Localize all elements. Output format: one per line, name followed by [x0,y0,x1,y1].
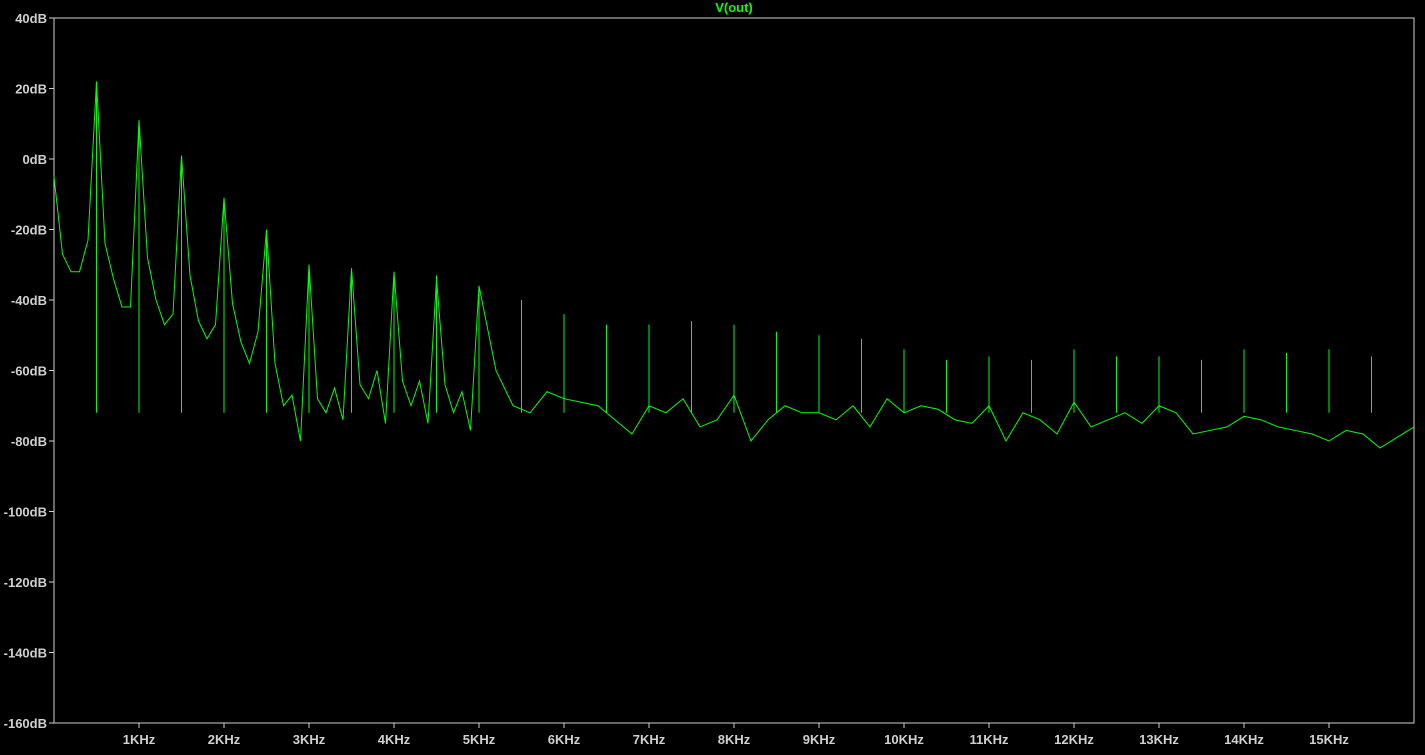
x-tick-label: 4KHz [378,732,411,747]
y-tick-label: -80dB [11,434,47,449]
y-tick-label: -20dB [11,223,47,238]
y-axis: 40dB 20dB 0dB -20dB -40dB -60dB -80dB -100dB -12… [4,11,54,731]
y-tick-label: 20dB [15,82,47,97]
x-tick-label: 9KHz [803,732,836,747]
y-tick-label: 40dB [15,11,47,26]
x-tick-label: 15KHz [1309,732,1349,747]
x-tick-label: 3KHz [293,732,326,747]
x-tick-label: 2KHz [208,732,241,747]
x-tick-label: 1KHz [123,732,156,747]
y-tick-label: -60dB [11,364,47,379]
x-tick-label: 14KHz [1224,732,1264,747]
spectrum-plot: V(out) 40dB 20dB 0dB -20dB -40dB -60dB -80dB -1… [4,0,1415,747]
x-tick-label: 6KHz [548,732,581,747]
y-tick-label: -160dB [4,716,47,731]
chart-root: V(out) 40dB 20dB 0dB -20dB -40dB -60dB -80dB -1… [0,0,1425,750]
y-tick-label: -100dB [4,505,47,520]
x-tick-label: 7KHz [633,732,666,747]
x-axis: 1KHz 2KHz 3KHz 4KHz 5KHz 6KHz 7KHz 8KHz 9KHz 10KH… [123,723,1349,747]
x-tick-label: 13KHz [1139,732,1179,747]
x-tick-label: 12KHz [1054,732,1094,747]
x-tick-label: 8KHz [718,732,751,747]
y-tick-label: -120dB [4,575,47,590]
series-layer [53,81,1415,449]
x-tick-label: 10KHz [884,732,924,747]
y-tick-label: 0dB [22,152,47,167]
y-tick-label: -140dB [4,646,47,661]
y-tick-label: -40dB [11,293,47,308]
chart-title: V(out) [715,0,753,15]
x-tick-label: 5KHz [463,732,496,747]
x-tick-label: 11KHz [969,732,1009,747]
